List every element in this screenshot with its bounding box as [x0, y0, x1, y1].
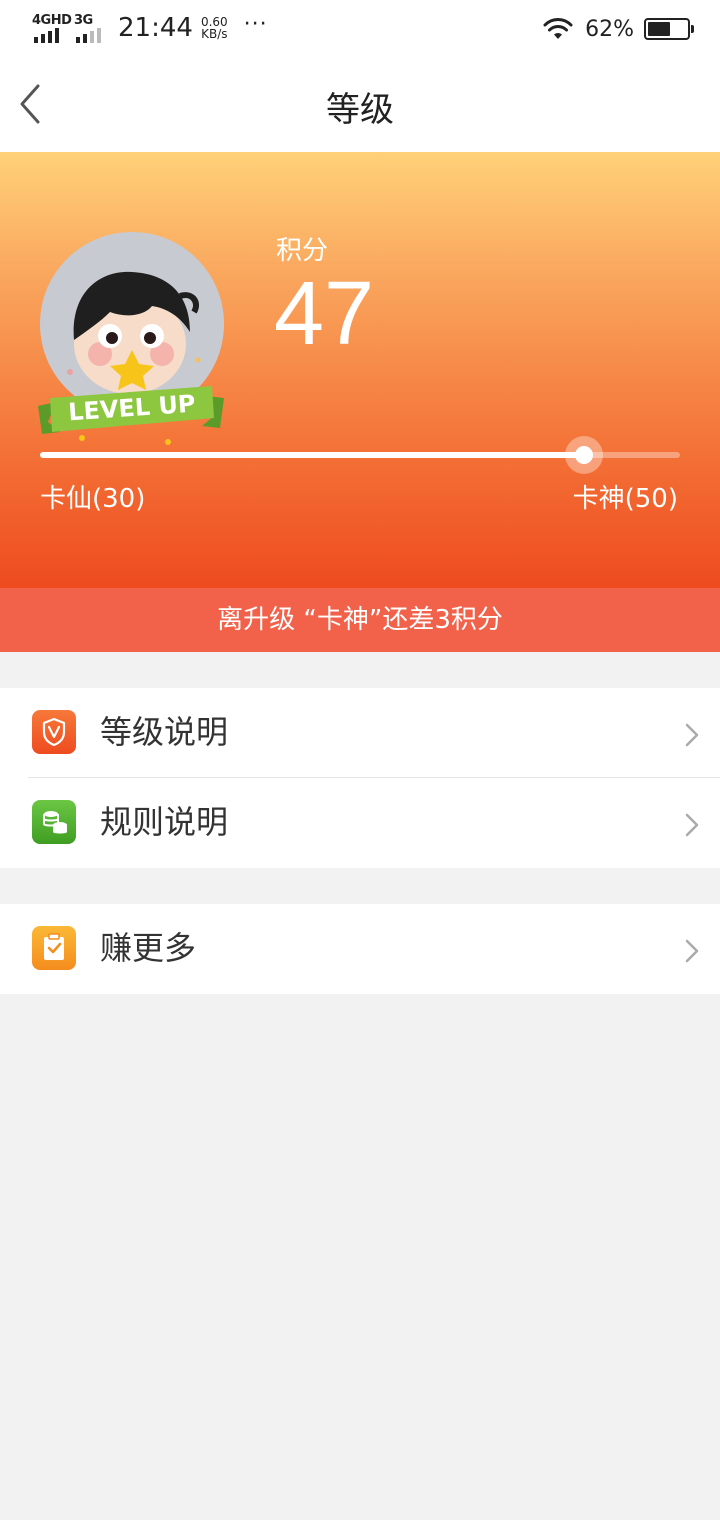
menu-item-level-description[interactable]: 等级说明: [0, 688, 720, 778]
chevron-right-icon: [685, 813, 699, 837]
next-level-label: 卡神(50): [572, 484, 678, 514]
menu-item-label: 等级说明: [100, 713, 229, 751]
menu-item-label: 规则说明: [100, 803, 229, 841]
current-level-label: 卡仙(30): [40, 484, 146, 514]
points-value: 47: [274, 264, 375, 364]
network-type-label-2: 3G: [74, 13, 93, 28]
battery-icon: [644, 18, 694, 40]
coins-icon: [32, 800, 76, 844]
points-label: 积分: [276, 236, 329, 266]
clipboard-check-icon: [32, 926, 76, 970]
shield-v-icon: [32, 710, 76, 754]
menu-item-earn-more[interactable]: 赚更多: [0, 904, 720, 994]
network-speed-unit: KB/s: [201, 27, 228, 41]
battery-percent: 62%: [585, 16, 634, 42]
network-speed: 0.60 KB/s: [201, 16, 228, 40]
level-progress-knob: [565, 436, 603, 474]
level-progress-fill: [40, 452, 584, 458]
network-type-label: 4GHD: [32, 13, 72, 28]
nav-bar: 等级: [0, 56, 720, 152]
page-title: 等级: [326, 90, 394, 130]
more-notifications-icon: ···: [243, 11, 268, 37]
menu-group-2: 赚更多: [0, 904, 720, 994]
upgrade-hint-banner: 离升级 “卡神”还差3积分: [0, 588, 720, 652]
level-up-badge: LEVEL UP: [38, 386, 224, 445]
level-progress-bar: [40, 436, 680, 474]
level-hero: LEVEL UP 积分 47 卡仙(30) 卡神(50): [0, 152, 720, 588]
menu-group-1: 等级说明 规则说明: [0, 688, 720, 868]
menu-item-rules-description[interactable]: 规则说明: [0, 778, 720, 868]
clock: 21:44: [118, 13, 193, 43]
chevron-right-icon: [685, 939, 699, 963]
avatar: LEVEL UP: [36, 230, 226, 450]
cellular-signal-4g-icon: 4GHD: [32, 13, 72, 43]
status-bar: 4GHD 3G 21:44 0.60 KB/s ··· 62%: [0, 0, 720, 56]
chevron-right-icon: [685, 723, 699, 747]
menu-item-label: 赚更多: [100, 929, 197, 967]
cellular-signal-3g-icon: 3G: [74, 13, 104, 43]
wifi-icon: [543, 18, 573, 39]
